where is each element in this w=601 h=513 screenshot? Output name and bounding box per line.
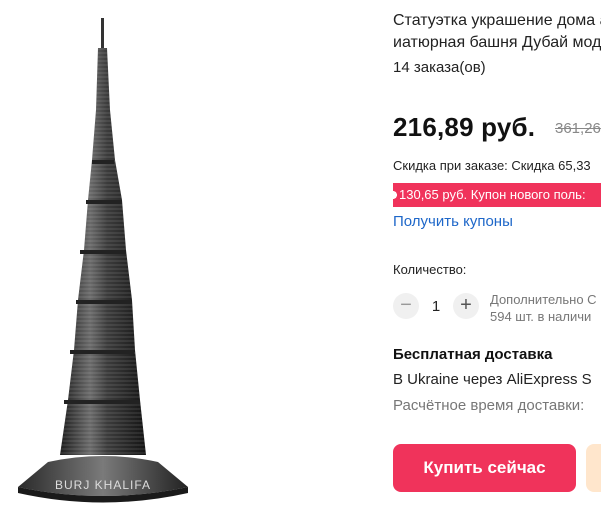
- stock-info-line-1: Дополнительно С: [490, 292, 597, 307]
- quantity-label: Количество:: [393, 262, 467, 277]
- quantity-decrease-button[interactable]: −: [393, 293, 419, 319]
- get-coupons-link[interactable]: Получить купоны: [393, 213, 513, 230]
- product-image-label: BURJ KHALIFA: [55, 478, 151, 492]
- delivery-time: Расчётное время доставки:: [393, 397, 585, 414]
- order-discount: Скидка при заказе: Скидка 65,33: [393, 158, 591, 173]
- old-price: 361,26: [555, 120, 601, 137]
- stock-info-line-2: 594 шт. в наличи: [490, 309, 592, 324]
- orders-count: 14 заказа(ов): [393, 59, 486, 76]
- product-info: Статуэтка украшение дома а иатюрная башн…: [393, 0, 601, 513]
- current-price: 216,89 руб.: [393, 112, 536, 142]
- quantity-stepper: − 1 +: [393, 292, 479, 320]
- stock-info: Дополнительно С 594 шт. в наличи: [490, 291, 597, 325]
- buy-now-button[interactable]: Купить сейчас: [393, 444, 576, 492]
- product-title[interactable]: Статуэтка украшение дома а иатюрная башн…: [393, 10, 601, 54]
- add-to-cart-button[interactable]: [586, 444, 601, 492]
- quantity-value[interactable]: 1: [419, 298, 453, 315]
- product-title-line-1: Статуэтка украшение дома а: [393, 12, 601, 29]
- free-shipping-title: Бесплатная доставка: [393, 346, 553, 363]
- quantity-increase-button[interactable]: +: [453, 293, 479, 319]
- shipping-method[interactable]: В Ukraine через AliExpress S: [393, 371, 592, 388]
- price-row: 216,89 руб. 361,26: [393, 112, 601, 143]
- new-user-coupon-badge[interactable]: 130,65 руб. Купон нового поль:: [393, 183, 601, 207]
- product-image: BURJ KHALIFA: [18, 18, 188, 503]
- product-title-line-2: иатюрная башня Дубай мод: [393, 34, 601, 51]
- product-image-panel: BURJ KHALIFA: [0, 0, 378, 513]
